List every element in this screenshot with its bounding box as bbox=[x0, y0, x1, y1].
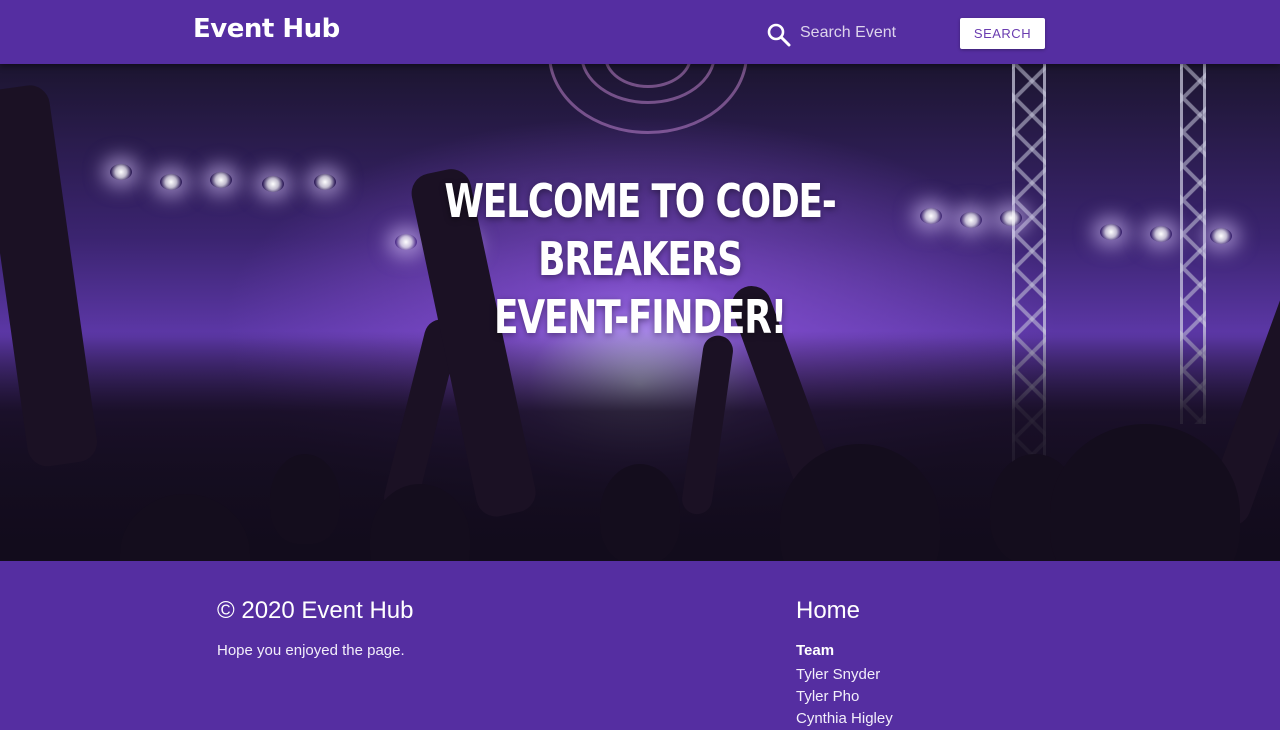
team-heading: Team bbox=[796, 642, 835, 659]
stage-light-decoration bbox=[110, 164, 132, 180]
hero-title-line-2: EVENT-FINDER! bbox=[494, 290, 787, 344]
brand-logo[interactable]: Event Hub bbox=[193, 14, 340, 44]
stage-light-decoration bbox=[1150, 226, 1172, 242]
navbar: Event Hub SEARCH bbox=[0, 0, 1280, 64]
search-input[interactable] bbox=[800, 18, 940, 48]
footer-copyright: © 2020 Event Hub bbox=[217, 597, 414, 624]
stage-light-decoration bbox=[262, 176, 284, 192]
hero-banner: WELCOME TO CODE-BREAKERS EVENT-FINDER! bbox=[0, 64, 1280, 561]
team-list: Tyler Snyder Tyler Pho Cynthia Higley bbox=[796, 664, 893, 730]
footer: © 2020 Event Hub Hope you enjoyed the pa… bbox=[0, 561, 1280, 727]
stage-light-decoration bbox=[920, 208, 942, 224]
crowd-head-decoration bbox=[600, 464, 680, 561]
search-icon[interactable] bbox=[766, 22, 792, 48]
hero-title-line-1: WELCOME TO CODE-BREAKERS bbox=[444, 174, 836, 286]
crowd-head-decoration bbox=[270, 454, 340, 544]
stage-light-decoration bbox=[1000, 210, 1022, 226]
stage-light-decoration bbox=[1100, 224, 1122, 240]
stage-light-decoration bbox=[210, 172, 232, 188]
team-member: Tyler Pho bbox=[796, 688, 860, 705]
hero-title: WELCOME TO CODE-BREAKERS EVENT-FINDER! bbox=[406, 172, 874, 346]
stage-light-decoration bbox=[160, 174, 182, 190]
footer-message: Hope you enjoyed the page. bbox=[217, 642, 405, 659]
team-member: Cynthia Higley bbox=[796, 710, 893, 727]
search-button[interactable]: SEARCH bbox=[960, 18, 1045, 49]
stage-light-decoration bbox=[1210, 228, 1232, 244]
stage-light-decoration bbox=[960, 212, 982, 228]
footer-home-link[interactable]: Home bbox=[796, 597, 860, 625]
stage-light-decoration bbox=[314, 174, 336, 190]
team-member: Tyler Snyder bbox=[796, 666, 881, 683]
